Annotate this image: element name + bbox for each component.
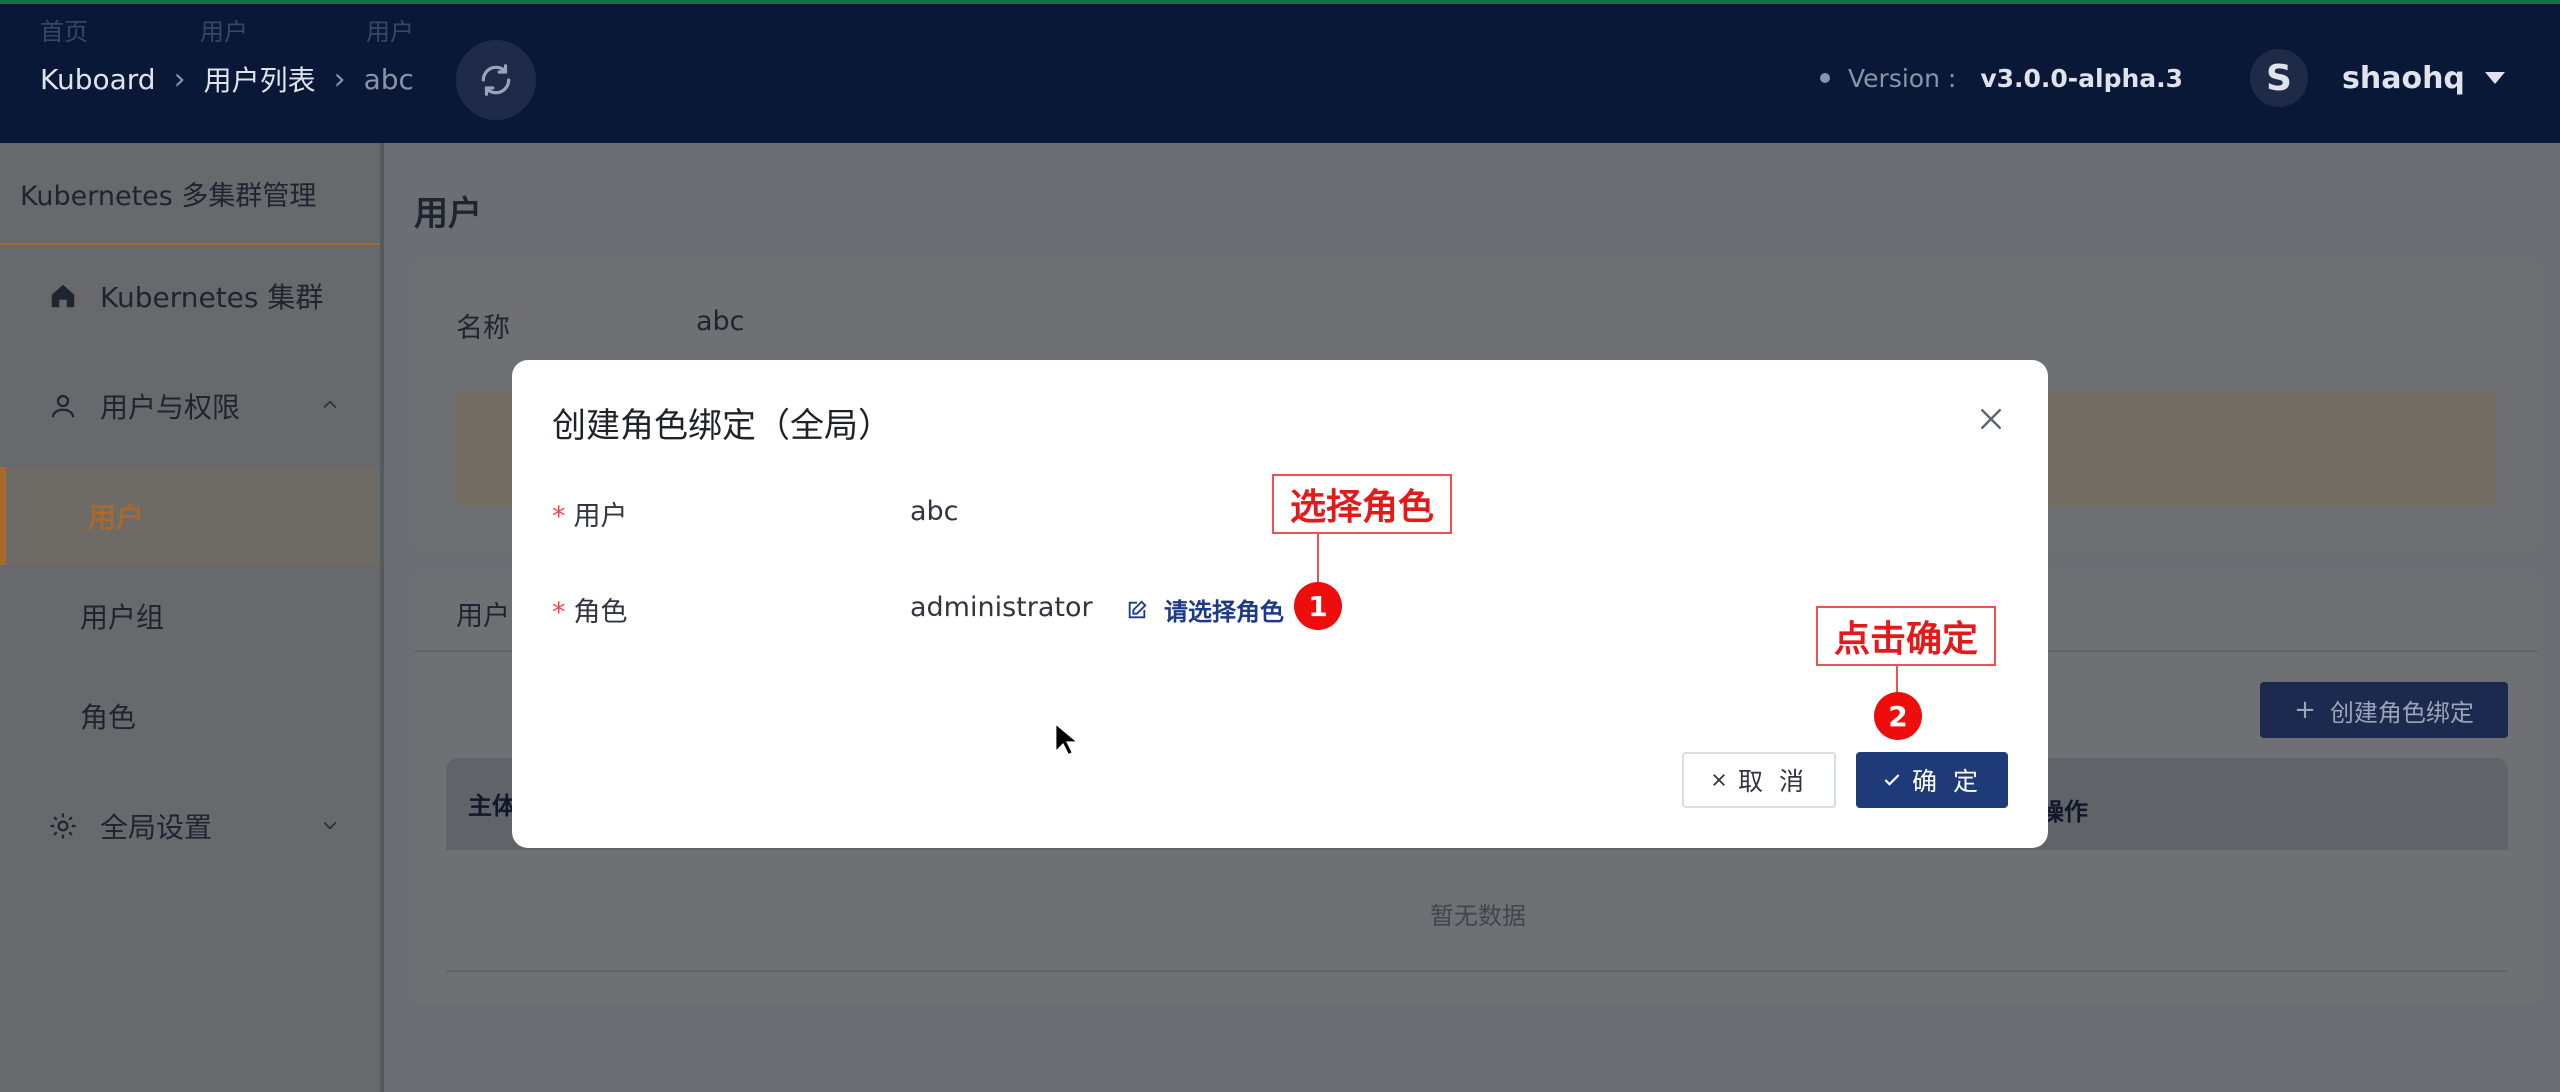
select-role-label: 请选择角色 <box>1164 598 1284 626</box>
close-icon[interactable] <box>1976 404 2006 434</box>
sidebar-item-label: 用户与权限 <box>100 391 241 424</box>
required-mark: * <box>552 597 566 628</box>
sidebar-subitem-users[interactable]: 用户 <box>0 467 380 565</box>
sidebar-item-user-permissions[interactable]: 用户与权限 <box>0 357 380 455</box>
gear-icon <box>46 809 80 843</box>
required-mark: * <box>552 501 566 532</box>
sidebar-subitem-user-groups[interactable]: 用户组 <box>0 567 380 665</box>
empty-text: 暂无数据 <box>1430 902 1526 930</box>
annotation-callout-select-role: 选择角色 <box>1272 474 1452 534</box>
column-header-subject: 主体 <box>468 792 516 820</box>
name-label: 名称 <box>456 313 510 344</box>
user-icon <box>46 389 80 423</box>
breadcrumb-user-list[interactable]: 用户列表 <box>204 59 316 99</box>
breadcrumb-tip-user: 用户 <box>366 18 414 46</box>
plus-icon: + <box>2294 695 2316 725</box>
home-icon <box>46 279 80 313</box>
breadcrumb-kuboard[interactable]: Kuboard <box>40 63 156 96</box>
user-field-value: abc <box>910 496 959 527</box>
user-menu[interactable]: S shaohq <box>2250 48 2505 108</box>
version-label: Version : <box>1848 63 1957 93</box>
sidebar-item-label: 全局设置 <box>100 811 213 844</box>
sidebar-item-clusters[interactable]: Kubernetes 集群 <box>0 247 380 345</box>
chevron-down-icon <box>323 821 337 830</box>
chevron-up-icon <box>323 400 337 409</box>
sidebar-subitem-roles[interactable]: 角色 <box>0 667 380 765</box>
sidebar: Kubernetes 多集群管理 Kubernetes 集群 用户与权限 用户 … <box>0 143 384 1092</box>
dialog-title: 创建角色绑定（全局） <box>552 406 892 446</box>
create-role-binding-label: 创建角色绑定 <box>2329 698 2474 727</box>
chevron-right-icon: › <box>333 61 346 97</box>
confirm-button[interactable]: 确 定 <box>1856 752 2008 808</box>
refresh-icon <box>481 64 511 96</box>
mouse-cursor-icon <box>1054 722 1078 757</box>
username: shaohq <box>2342 60 2465 96</box>
annotation-step-badge: 2 <box>1874 692 1922 740</box>
annotation-step-badge: 1 <box>1294 582 1342 630</box>
avatar: S <box>2250 49 2308 107</box>
breadcrumb-current: abc <box>363 62 414 96</box>
version-info: Version : v3.0.0-alpha.3 <box>1820 60 2183 96</box>
edit-icon <box>1128 599 1147 618</box>
role-field-label: * 角色 <box>552 597 628 628</box>
check-icon <box>1884 774 1900 786</box>
tab-user[interactable]: 用户 <box>456 594 510 633</box>
annotation-leader-line <box>1317 534 1319 586</box>
breadcrumb: Kuboard › 用户列表 › abc <box>40 60 414 98</box>
table-divider <box>446 970 2508 972</box>
sidebar-item-global-settings[interactable]: 全局设置 <box>0 777 380 875</box>
create-role-binding-button[interactable]: + 创建角色绑定 <box>2260 682 2508 738</box>
status-dot <box>1820 73 1830 83</box>
confirm-button-label: 确 定 <box>1912 767 1982 796</box>
role-field-value: administrator <box>910 592 1093 623</box>
breadcrumb-tip-users: 用户 <box>200 18 248 46</box>
top-header: 首页 用户 用户 Kuboard › 用户列表 › abc Version : … <box>0 0 2560 143</box>
user-field-label: * 用户 <box>552 501 628 532</box>
version-value: v3.0.0-alpha.3 <box>1980 63 2184 93</box>
page-title: 用户 <box>414 194 482 234</box>
sidebar-item-label: Kubernetes 集群 <box>100 281 324 314</box>
refresh-button[interactable] <box>456 40 536 120</box>
breadcrumb-tip-home: 首页 <box>40 18 88 46</box>
name-value: abc <box>696 306 745 337</box>
sidebar-title: Kubernetes 多集群管理 <box>0 143 380 245</box>
cancel-button-label: 取 消 <box>1738 767 1808 796</box>
chevron-right-icon: › <box>173 61 186 97</box>
create-role-binding-dialog: 创建角色绑定（全局） * 用户 abc * 角色 administrator 请选择… <box>512 360 2048 848</box>
close-icon <box>1713 774 1725 786</box>
annotation-callout-click-confirm: 点击确定 <box>1816 606 1996 666</box>
cancel-button[interactable]: 取 消 <box>1682 752 1836 808</box>
select-role-link[interactable]: 请选择角色 <box>1126 592 1284 627</box>
caret-down-icon <box>2484 72 2505 84</box>
